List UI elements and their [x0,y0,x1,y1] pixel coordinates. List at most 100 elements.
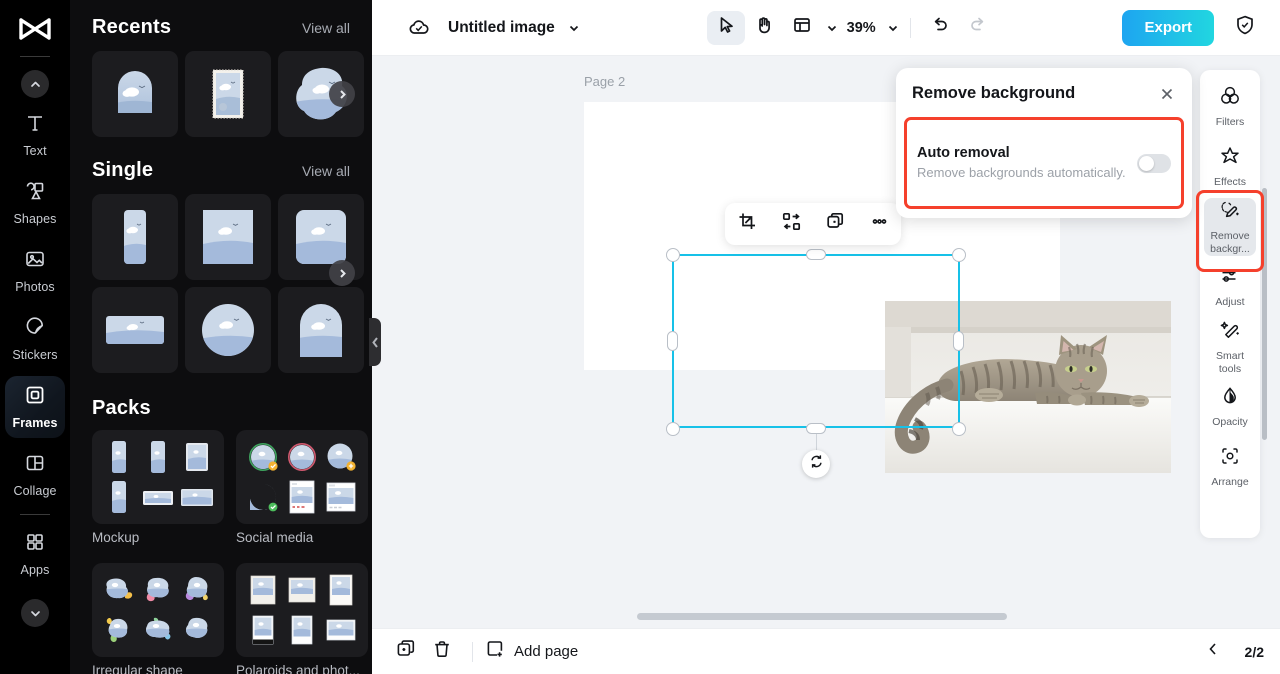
frame-thumbnail[interactable] [185,51,271,137]
sidebar-item-collage[interactable]: Collage [5,444,65,506]
sidebar-item-label: Text [23,144,47,158]
zoom-level-value[interactable]: 39% [847,20,876,36]
frame-thumbnail[interactable] [185,194,271,280]
tool-label: Opacity [1212,416,1248,429]
cursor-arrow-icon [716,15,736,40]
tool-remove-background[interactable]: Remove backgr... [1204,198,1256,256]
shield-check-icon [1234,14,1256,41]
toolbar-divider [909,17,911,38]
left-tool-rail: Text Shapes Photos Stickers Frames Colla… [0,0,70,674]
resize-handle-top-center[interactable] [806,249,826,260]
resize-handle-top-right[interactable] [952,248,966,262]
sidebar-item-label: Apps [20,563,50,577]
frames-library-panel: Recents View all Single View all Packs M… [70,0,372,674]
duplicate-page-icon [396,639,416,664]
sidebar-item-apps[interactable]: Apps [5,523,65,585]
collapse-panel-handle[interactable] [369,318,381,366]
frame-thumbnail[interactable] [185,287,271,373]
tool-adjust[interactable]: Adjust [1204,258,1256,316]
view-all-recents[interactable]: View all [302,20,350,36]
tool-effects[interactable]: Effects [1204,138,1256,196]
single-frames-grid [92,194,364,280]
pack-label: Polaroids and phot... [236,663,360,674]
add-page-button[interactable]: Add page [485,639,578,664]
chevron-down-icon[interactable] [567,21,581,35]
crop-icon [738,212,757,236]
sidebar-item-shapes[interactable]: Shapes [5,172,65,234]
redo-button[interactable] [959,11,997,45]
sidebar-item-text[interactable]: Text [5,104,65,166]
rotate-handle[interactable] [802,450,830,478]
capcut-logo[interactable] [15,14,55,44]
resize-handle-bottom-right[interactable] [952,422,966,436]
panel-title: Remove background [912,84,1076,102]
resize-handle-bottom-left[interactable] [666,422,680,436]
undo-button[interactable] [921,11,959,45]
single-next-arrow[interactable] [329,260,355,286]
rail-scroll-down-button[interactable] [21,599,49,627]
text-icon [24,112,46,139]
filters-icon [1219,85,1241,112]
frame-thumbnail[interactable] [92,194,178,280]
delete-page-button[interactable] [424,636,460,668]
tool-label-line1: Smart [1215,350,1244,363]
tool-label-line2: tools [1218,362,1242,375]
replace-icon [782,212,801,236]
layout-tool-button[interactable] [783,11,821,45]
document-title[interactable]: Untitled image [448,19,555,37]
frame-thumbnail[interactable] [92,51,178,137]
more-button[interactable] [863,209,895,239]
pack-card-social-media[interactable] [236,430,368,524]
chevron-left-icon [1205,641,1221,662]
layout-dropdown-chevron-down-icon[interactable] [825,21,839,35]
remove-background-header: Remove background [896,68,1192,103]
duplicate-page-button[interactable] [388,636,424,668]
image-tools-sidebar: Filters Effects Remove backgr... Adjust [1200,70,1260,538]
auto-removal-row[interactable]: Auto removal Remove backgrounds automati… [904,117,1184,209]
select-tool-button[interactable] [706,10,745,45]
rail-divider-bottom [20,514,50,515]
pack-label: Mockup [92,530,140,545]
auto-removal-toggle[interactable] [1137,153,1171,173]
resize-handle-middle-right[interactable] [953,331,964,351]
auto-removal-description: Remove backgrounds automatically. [917,164,1126,180]
resize-handle-bottom-center[interactable] [806,423,826,434]
duplicate-button[interactable] [819,209,851,239]
frame-thumbnail[interactable] [278,287,364,373]
crop-button[interactable] [731,209,763,239]
sidebar-item-label: Collage [13,484,57,498]
close-icon[interactable] [1158,85,1176,103]
pack-card-irregular-shape[interactable] [92,563,224,657]
resize-handle-top-left[interactable] [666,248,680,262]
replace-button[interactable] [775,209,807,239]
sidebar-item-frames[interactable]: Frames [5,376,65,438]
zoom-dropdown-chevron-down-icon[interactable] [886,21,900,35]
rail-scroll-up-button[interactable] [21,70,49,98]
previous-page-button[interactable] [1195,636,1231,668]
pack-card-polaroids[interactable] [236,563,368,657]
frame-thumbnail[interactable] [92,287,178,373]
sidebar-item-label: Shapes [13,212,57,226]
recents-next-arrow[interactable] [329,81,355,107]
export-button[interactable]: Export [1122,9,1214,46]
selected-image-cat[interactable] [885,301,1171,473]
view-all-single[interactable]: View all [302,163,350,179]
shapes-icon [24,180,46,207]
page-indicator: 2/2 [1244,643,1264,660]
resize-handle-middle-left[interactable] [667,331,678,351]
pack-card-mockup[interactable] [92,430,224,524]
sidebar-item-stickers[interactable]: Stickers [5,308,65,370]
tool-arrange[interactable]: Arrange [1204,438,1256,496]
arrange-icon [1219,445,1241,472]
hand-tool-button[interactable] [745,11,783,45]
sidebar-item-photos[interactable]: Photos [5,240,65,302]
adjust-icon [1219,265,1241,292]
security-shield-button[interactable] [1226,11,1264,45]
sidebar-item-label: Frames [12,416,58,430]
sidebar-vertical-scrollbar[interactable] [1262,188,1267,440]
tool-smart-tools[interactable]: Smart tools [1204,318,1256,376]
canvas-horizontal-scrollbar[interactable] [637,613,1007,620]
tool-filters[interactable]: Filters [1204,78,1256,136]
tool-opacity[interactable]: Opacity [1204,378,1256,436]
bottom-toolbar: Add page 2/2 [372,628,1280,674]
